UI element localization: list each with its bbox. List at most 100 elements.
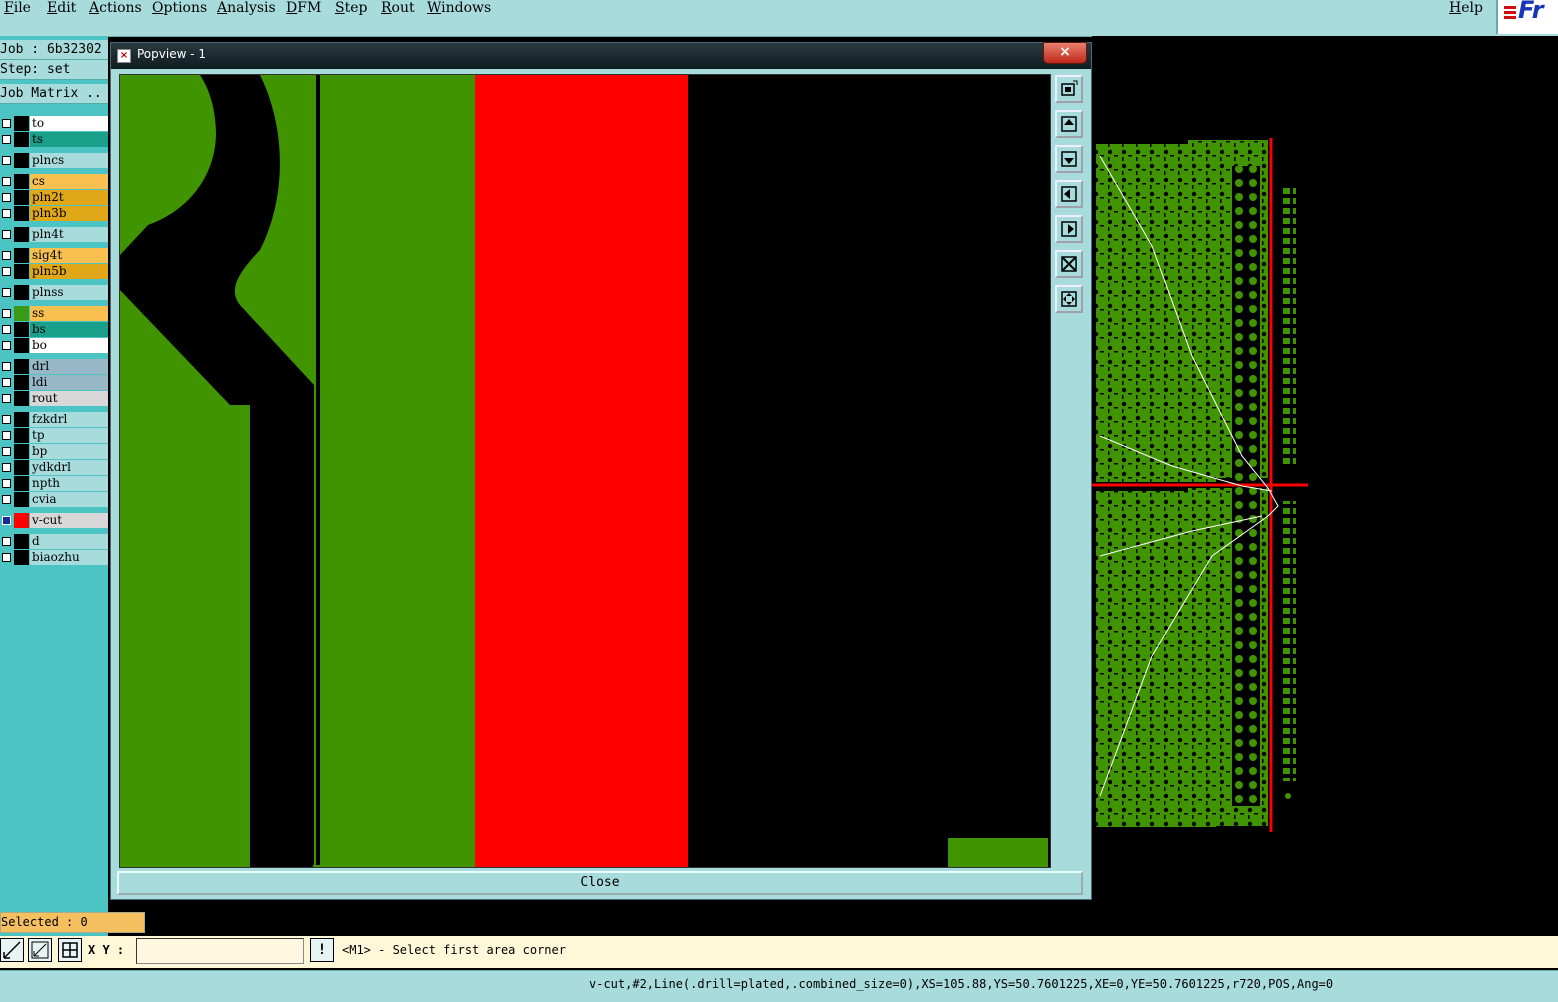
layer-label[interactable]: cvia [30, 492, 108, 507]
layer-color-swatch[interactable] [14, 338, 29, 353]
layer-checkbox[interactable] [2, 309, 11, 318]
layer-row-pln5b[interactable]: pln5b [0, 264, 108, 279]
layer-color-swatch[interactable] [14, 132, 29, 147]
zoom-in-button[interactable] [1055, 110, 1083, 138]
layer-row-plncs[interactable]: plncs [0, 153, 108, 168]
menu-actions[interactable]: Actions [89, 0, 142, 16]
menu-edit[interactable]: Edit [47, 0, 76, 16]
job-matrix-button[interactable]: Job Matrix .. [0, 84, 108, 104]
layer-row-pln3b[interactable]: pln3b [0, 206, 108, 221]
layer-label[interactable]: cs [30, 174, 108, 189]
layer-label[interactable]: ss [30, 306, 108, 321]
layer-row-biaozhu[interactable]: biaozhu [0, 550, 108, 565]
layer-color-swatch[interactable] [14, 322, 29, 337]
layer-checkbox[interactable] [2, 177, 11, 186]
layer-label[interactable]: plnss [30, 285, 108, 300]
layer-row-ss[interactable]: ss [0, 306, 108, 321]
snap-button[interactable] [28, 938, 52, 962]
layer-row-pln2t[interactable]: pln2t [0, 190, 108, 205]
layer-label[interactable]: plncs [30, 153, 108, 168]
layer-color-swatch[interactable] [14, 460, 29, 475]
close-button[interactable]: Close [117, 871, 1083, 895]
layer-label[interactable]: pln5b [30, 264, 108, 279]
layer-row-npth[interactable]: npth [0, 476, 108, 491]
layer-label[interactable]: sig4t [30, 248, 108, 263]
grid-button[interactable] [58, 938, 82, 962]
layer-label[interactable]: fzkdrl [30, 412, 108, 427]
layer-color-swatch[interactable] [14, 359, 29, 374]
layer-color-swatch[interactable] [14, 227, 29, 242]
layer-label[interactable]: to [30, 116, 108, 131]
layer-row-bs[interactable]: bs [0, 322, 108, 337]
layer-label[interactable]: bo [30, 338, 108, 353]
layer-checkbox[interactable] [2, 431, 11, 440]
layer-checkbox[interactable] [2, 193, 11, 202]
layer-checkbox[interactable] [2, 267, 11, 276]
measure-button[interactable] [0, 938, 24, 962]
layer-label[interactable]: biaozhu [30, 550, 108, 565]
layer-color-swatch[interactable] [14, 375, 29, 390]
layer-label[interactable]: ts [30, 132, 108, 147]
layer-checkbox[interactable] [2, 325, 11, 334]
menu-rout[interactable]: Rout [381, 0, 415, 16]
graphic-area[interactable] [1092, 36, 1558, 936]
layer-color-swatch[interactable] [14, 412, 29, 427]
layer-label[interactable]: ldi [30, 375, 108, 390]
layer-checkbox[interactable] [2, 135, 11, 144]
layer-color-swatch[interactable] [14, 174, 29, 189]
menu-help[interactable]: Help [1449, 0, 1483, 16]
layer-label[interactable]: rout [30, 391, 108, 406]
layer-row-ts[interactable]: ts [0, 132, 108, 147]
layer-checkbox[interactable] [2, 341, 11, 350]
layer-checkbox[interactable] [2, 463, 11, 472]
layer-checkbox[interactable] [2, 156, 11, 165]
layer-checkbox[interactable] [2, 362, 11, 371]
layer-row-plnss[interactable]: plnss [0, 285, 108, 300]
layer-row-bo[interactable]: bo [0, 338, 108, 353]
layer-label[interactable]: bs [30, 322, 108, 337]
popview-viewport[interactable] [119, 74, 1051, 868]
exclamation-button[interactable]: ! [310, 938, 334, 962]
layer-label[interactable]: v-cut [30, 513, 108, 528]
layer-label[interactable]: pln3b [30, 206, 108, 221]
layer-checkbox[interactable] [2, 288, 11, 297]
menu-dfm[interactable]: DFM [286, 0, 321, 16]
menu-analysis[interactable]: Analysis [217, 0, 276, 16]
layer-color-swatch[interactable] [14, 285, 29, 300]
layer-row-cs[interactable]: cs [0, 174, 108, 189]
menu-step[interactable]: Step [335, 0, 367, 16]
layer-color-swatch[interactable] [14, 444, 29, 459]
layer-row-ydkdrl[interactable]: ydkdrl [0, 460, 108, 475]
pan-button[interactable] [1055, 285, 1083, 313]
layer-row-bp[interactable]: bp [0, 444, 108, 459]
layer-checkbox[interactable] [2, 537, 11, 546]
layer-checkbox[interactable] [2, 415, 11, 424]
layer-label[interactable]: npth [30, 476, 108, 491]
layer-checkbox[interactable] [2, 394, 11, 403]
layer-checkbox[interactable] [2, 495, 11, 504]
layer-label[interactable]: drl [30, 359, 108, 374]
popview-title-bar[interactable]: × Popview - 1 × [111, 42, 1091, 69]
layer-color-swatch[interactable] [14, 248, 29, 263]
layer-checkbox[interactable] [2, 447, 11, 456]
menu-windows[interactable]: Windows [427, 0, 491, 16]
layer-label[interactable]: d [30, 534, 108, 549]
layer-row-ldi[interactable]: ldi [0, 375, 108, 390]
menu-options[interactable]: Options [152, 0, 207, 16]
layer-row-tp[interactable]: tp [0, 428, 108, 443]
layer-label[interactable]: ydkdrl [30, 460, 108, 475]
layer-checkbox[interactable] [2, 516, 11, 525]
layer-checkbox[interactable] [2, 479, 11, 488]
layer-checkbox[interactable] [2, 209, 11, 218]
layer-row-v-cut[interactable]: v-cut [0, 513, 108, 528]
layer-color-swatch[interactable] [14, 476, 29, 491]
layer-row-rout[interactable]: rout [0, 391, 108, 406]
layer-color-swatch[interactable] [14, 534, 29, 549]
layer-checkbox[interactable] [2, 230, 11, 239]
layer-row-d[interactable]: d [0, 534, 108, 549]
layer-color-swatch[interactable] [14, 206, 29, 221]
layer-color-swatch[interactable] [14, 264, 29, 279]
layer-row-sig4t[interactable]: sig4t [0, 248, 108, 263]
layer-label[interactable]: pln4t [30, 227, 108, 242]
menu-file[interactable]: File [4, 0, 31, 16]
